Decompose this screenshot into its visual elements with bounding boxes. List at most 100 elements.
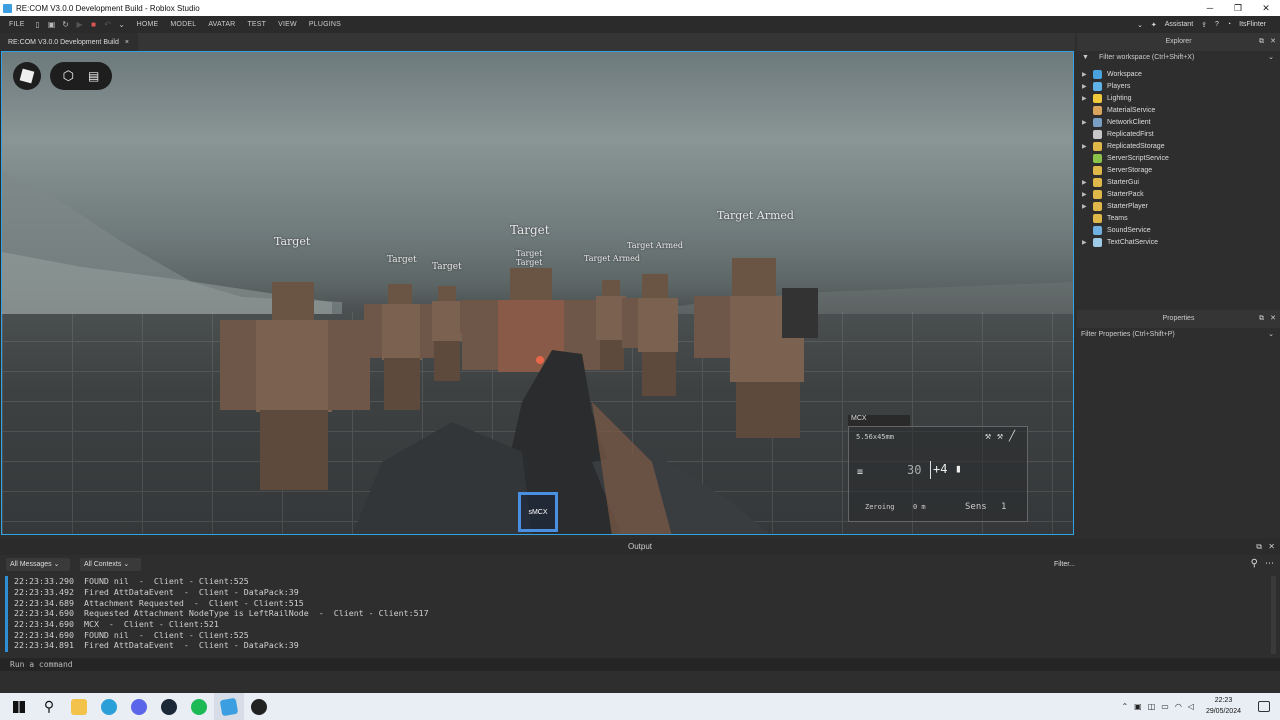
save-icon[interactable]: ▣: [47, 20, 57, 30]
service-icon: [1093, 153, 1102, 163]
taskbar-obs[interactable]: [244, 693, 274, 720]
taskbar-file-explorer[interactable]: [64, 693, 94, 720]
explorer-item[interactable]: ▶ NetworkClient: [1082, 116, 1151, 128]
explorer-item[interactable]: Teams: [1082, 212, 1128, 224]
user-name[interactable]: ItsFlinter: [1239, 21, 1266, 28]
expand-arrow-icon[interactable]: ▶: [1082, 119, 1090, 126]
dock-icon[interactable]: ⧉: [1259, 310, 1264, 328]
explorer-filter-placeholder: Filter workspace (Ctrl+Shift+X): [1099, 54, 1195, 61]
log-scrollbar[interactable]: [1271, 576, 1276, 654]
game-viewport[interactable]: Target Target Target Target Target Targe…: [1, 51, 1074, 535]
command-bar-input[interactable]: Run a command: [0, 658, 1280, 671]
taskbar-discord[interactable]: [124, 693, 154, 720]
explorer-item[interactable]: ▶ ReplicatedStorage: [1082, 140, 1165, 152]
explorer-item-label: TextChatService: [1107, 238, 1158, 246]
zeroing-label: Zeroing: [865, 503, 895, 511]
overflow-icon[interactable]: ⌄: [117, 20, 127, 30]
expand-arrow-icon[interactable]: ▶: [1082, 179, 1090, 186]
help-icon[interactable]: ?: [1215, 21, 1219, 28]
messages-filter-dropdown[interactable]: All Messages ⌄: [6, 558, 70, 571]
share-icon[interactable]: ⇪: [1201, 21, 1207, 29]
close-panel-icon[interactable]: ✕: [1268, 538, 1275, 555]
obs-icon: [251, 698, 267, 715]
play-icon[interactable]: ▶: [75, 20, 85, 30]
start-button[interactable]: [4, 693, 34, 720]
taskbar-spotify[interactable]: [184, 693, 214, 720]
expand-arrow-icon[interactable]: ▶: [1082, 239, 1090, 246]
service-icon: [1093, 117, 1102, 127]
explorer-filter-input[interactable]: ▼ Filter workspace (Ctrl+Shift+X) ⌄: [1077, 51, 1280, 64]
more-options-icon[interactable]: ⋯: [1265, 558, 1274, 569]
network-icon[interactable]: ▭: [1161, 702, 1169, 711]
dock-icon[interactable]: ⧉: [1259, 33, 1264, 51]
taskbar-roblox-studio[interactable]: [214, 693, 244, 720]
explorer-item[interactable]: ▶ TextChatService: [1082, 236, 1158, 248]
collapse-ribbon-icon[interactable]: ⌄: [1137, 21, 1143, 29]
selection-icon[interactable]: ⬡: [63, 68, 74, 84]
close-panel-icon[interactable]: ✕: [1270, 33, 1276, 51]
hotbar-slot[interactable]: sMCX: [518, 492, 558, 532]
menu-tab-view[interactable]: VIEW: [278, 21, 297, 28]
explorer-item-label: Workspace: [1107, 70, 1142, 78]
redo-icon[interactable]: ↻: [61, 20, 71, 30]
explorer-item[interactable]: ReplicatedFirst: [1082, 128, 1154, 140]
chevron-down-icon[interactable]: ⌄: [1268, 51, 1274, 64]
menu-tab-test[interactable]: TEST: [247, 21, 266, 28]
close-button[interactable]: ✕: [1252, 0, 1280, 16]
stop-icon[interactable]: ■: [89, 20, 99, 30]
undo-icon[interactable]: ↶: [103, 20, 113, 30]
document-tab[interactable]: RE:COM V3.0.0 Development Build ×: [0, 33, 138, 51]
menu-tab-plugins[interactable]: PLUGINS: [309, 21, 341, 28]
properties-filter-input[interactable]: Filter Properties (Ctrl+Shift+P) ⌄: [1077, 328, 1280, 341]
dock-icon[interactable]: ⧉: [1256, 538, 1262, 555]
attachment-icons: ⚒⚒╱: [984, 431, 1021, 442]
roblox-menu-button[interactable]: [13, 62, 41, 90]
explorer-item[interactable]: ▶ Workspace: [1082, 68, 1142, 80]
properties-filter-placeholder: Filter Properties (Ctrl+Shift+P): [1081, 331, 1175, 338]
notifications-icon[interactable]: ◔: [1227, 21, 1231, 28]
menu-tab-home[interactable]: HOME: [137, 21, 159, 28]
expand-arrow-icon[interactable]: ▶: [1082, 191, 1090, 198]
explorer-item[interactable]: ServerScriptService: [1082, 152, 1169, 164]
taskbar-clock[interactable]: 22:23 29/05/2024: [1206, 695, 1241, 717]
app-tray-icon[interactable]: ▣: [1134, 702, 1142, 711]
wifi-icon[interactable]: ◠: [1175, 702, 1182, 711]
chat-icon[interactable]: ▤: [88, 69, 99, 83]
explorer-item[interactable]: ▶ StarterGui: [1082, 176, 1139, 188]
explorer-item[interactable]: ▶ Lighting: [1082, 92, 1132, 104]
explorer-item[interactable]: ▶ StarterPlayer: [1082, 200, 1148, 212]
explorer-item[interactable]: ▶ Players: [1082, 80, 1130, 92]
output-filter-input[interactable]: Filter...: [1050, 558, 1238, 571]
explorer-item[interactable]: ▶ StarterPack: [1082, 188, 1144, 200]
maximize-button[interactable]: ❐: [1224, 0, 1252, 16]
explorer-item[interactable]: SoundService: [1082, 224, 1151, 236]
expand-arrow-icon[interactable]: ▶: [1082, 203, 1090, 210]
file-menu[interactable]: FILE: [9, 21, 25, 28]
new-file-icon[interactable]: ▯: [33, 20, 43, 30]
close-tab-icon[interactable]: ×: [125, 39, 129, 46]
minimize-button[interactable]: ─: [1196, 0, 1224, 16]
taskbar-steam[interactable]: [154, 693, 184, 720]
properties-title: Properties: [1162, 315, 1195, 322]
expand-arrow-icon[interactable]: ▶: [1082, 83, 1090, 90]
contexts-filter-dropdown[interactable]: All Contexts ⌄: [80, 558, 141, 571]
expand-arrow-icon[interactable]: ▶: [1082, 143, 1090, 150]
expand-arrow-icon[interactable]: ▶: [1082, 95, 1090, 102]
search-button[interactable]: ⚲: [34, 693, 64, 720]
app-tray-icon[interactable]: ◫: [1148, 702, 1156, 711]
assistant-button[interactable]: Assistant: [1165, 21, 1193, 28]
explorer-item[interactable]: MaterialService: [1082, 104, 1155, 116]
explorer-item[interactable]: ServerStorage: [1082, 164, 1152, 176]
menu-tab-model[interactable]: MODEL: [170, 21, 196, 28]
volume-icon[interactable]: ◁: [1188, 702, 1194, 711]
chevron-down-icon[interactable]: ⌄: [1268, 328, 1274, 341]
command-placeholder: Run a command: [10, 660, 73, 669]
chevron-up-icon[interactable]: ⌃: [1121, 702, 1128, 711]
close-panel-icon[interactable]: ✕: [1270, 310, 1276, 328]
explorer-item-label: Teams: [1107, 214, 1128, 222]
menu-tab-avatar[interactable]: AVATAR: [208, 21, 235, 28]
clear-output-icon[interactable]: ⚲: [1251, 558, 1258, 569]
expand-arrow-icon[interactable]: ▶: [1082, 71, 1090, 78]
taskbar-edge[interactable]: [94, 693, 124, 720]
notification-icon[interactable]: [1258, 701, 1270, 712]
